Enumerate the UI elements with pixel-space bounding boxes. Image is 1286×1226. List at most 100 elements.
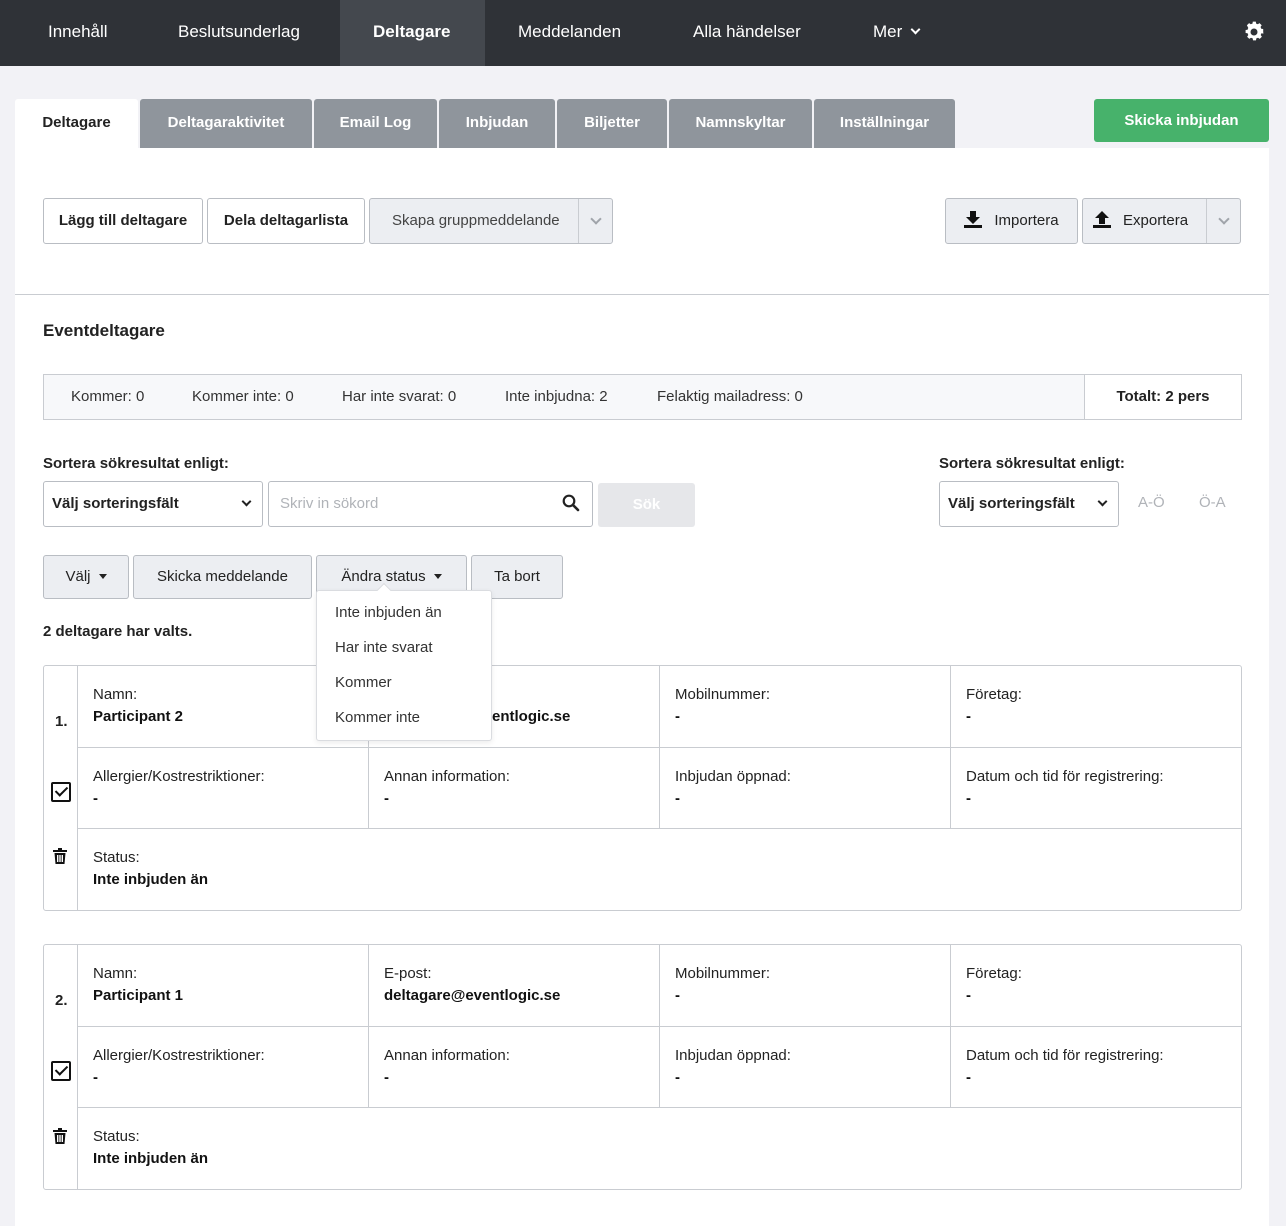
name-label: Namn: bbox=[93, 686, 138, 703]
status-label: Status: bbox=[93, 1128, 140, 1145]
trash-icon[interactable] bbox=[53, 1128, 67, 1144]
tab-biljetter[interactable]: Biljetter bbox=[557, 99, 667, 148]
other-info-label: Annan information: bbox=[384, 768, 510, 785]
chevron-down-icon[interactable] bbox=[1206, 199, 1240, 243]
stat-not-invited: Inte inbjudna: 2 bbox=[505, 388, 608, 405]
selected-count-text: 2 deltagare har valts. bbox=[43, 623, 193, 640]
caret-down-icon bbox=[433, 574, 442, 579]
add-participant-button[interactable]: Lägg till deltagare bbox=[43, 198, 203, 244]
select-button[interactable]: Välj bbox=[43, 555, 129, 599]
send-invite-button[interactable]: Skicka inbjudan bbox=[1094, 99, 1269, 142]
col-divider bbox=[368, 1026, 369, 1107]
company-label: Företag: bbox=[966, 686, 1022, 703]
import-button[interactable]: Importera bbox=[945, 198, 1078, 244]
col-divider bbox=[659, 945, 660, 1026]
status-option-no-answer[interactable]: Har inte svarat bbox=[335, 639, 433, 656]
section-title: Eventdeltagare bbox=[43, 321, 165, 340]
name-label: Namn: bbox=[93, 965, 138, 982]
tab-namnskyltar[interactable]: Namnskyltar bbox=[669, 99, 812, 148]
other-info-value: - bbox=[384, 790, 389, 807]
tab-inbjudan[interactable]: Inbjudan bbox=[439, 99, 555, 148]
nav-item-mer[interactable]: Mer bbox=[840, 0, 952, 66]
col-divider bbox=[659, 666, 660, 747]
company-label: Företag: bbox=[966, 965, 1022, 982]
checkbox-checked-icon[interactable] bbox=[51, 1061, 71, 1081]
sort-select-right-value: Välj sorteringsfält bbox=[948, 495, 1075, 512]
participant-card: 2. Namn: Participant 1 E-post: deltagare… bbox=[43, 944, 1242, 1190]
chevron-down-icon bbox=[1097, 496, 1108, 507]
col-divider bbox=[950, 1026, 951, 1107]
company-value: - bbox=[966, 708, 971, 725]
allergies-value: - bbox=[93, 790, 98, 807]
other-info-value: - bbox=[384, 1069, 389, 1086]
tab-deltagare[interactable]: Deltagare bbox=[15, 99, 138, 148]
sort-select-left-value: Välj sorteringsfält bbox=[52, 495, 179, 512]
participant-index: 1. bbox=[55, 713, 68, 730]
stats-bar: Kommer: 0 Kommer inte: 0 Har inte svarat… bbox=[43, 374, 1242, 420]
col-divider bbox=[950, 747, 951, 828]
name-value: Participant 2 bbox=[93, 708, 184, 725]
name-value: Participant 1 bbox=[93, 987, 184, 1004]
nav-item-innehall[interactable]: Innehåll bbox=[15, 0, 141, 66]
sort-select-right[interactable]: Välj sorteringsfält bbox=[939, 481, 1119, 527]
email-value: deltagare@eventlogic.se bbox=[384, 987, 561, 1004]
registered-at-label: Datum och tid för registrering: bbox=[966, 1047, 1164, 1064]
card-gutter: 2. bbox=[44, 945, 78, 1189]
gear-icon[interactable] bbox=[1242, 20, 1266, 44]
stat-total: Totalt: 2 pers bbox=[1084, 375, 1241, 419]
tab-deltagaraktivitet[interactable]: Deltagaraktivitet bbox=[140, 99, 312, 148]
export-button[interactable]: Exportera bbox=[1082, 198, 1241, 244]
search-input[interactable]: Skriv in sökord bbox=[268, 481, 593, 527]
group-message-button[interactable]: Skapa gruppmeddelande bbox=[369, 198, 613, 244]
invite-opened-label: Inbjudan öppnad: bbox=[675, 1047, 791, 1064]
status-label: Status: bbox=[93, 849, 140, 866]
upload-icon bbox=[1093, 211, 1111, 229]
nav-item-mer-label: Mer bbox=[873, 22, 903, 41]
status-option-not-coming[interactable]: Kommer inte bbox=[335, 709, 420, 726]
select-label: Välj bbox=[65, 568, 91, 585]
status-option-not-invited[interactable]: Inte inbjuden än bbox=[335, 604, 442, 621]
invite-opened-value: - bbox=[675, 1069, 680, 1086]
row-divider bbox=[78, 747, 1242, 748]
trash-icon[interactable] bbox=[53, 848, 67, 864]
email-label: E-post: bbox=[384, 965, 432, 982]
search-icon[interactable] bbox=[562, 494, 580, 512]
stat-coming: Kommer: 0 bbox=[71, 388, 145, 405]
search-placeholder: Skriv in sökord bbox=[280, 495, 379, 512]
download-icon bbox=[964, 211, 983, 229]
col-divider bbox=[659, 1026, 660, 1107]
share-list-button[interactable]: Dela deltagarlista bbox=[207, 198, 365, 244]
chevron-down-icon[interactable] bbox=[578, 199, 612, 243]
company-value: - bbox=[966, 987, 971, 1004]
status-option-coming[interactable]: Kommer bbox=[335, 674, 392, 691]
card-gutter: 1. bbox=[44, 666, 78, 910]
sort-label-left: Sortera sökresultat enligt: bbox=[43, 455, 229, 472]
top-navigation: Innehåll Beslutsunderlag Deltagare Medde… bbox=[0, 0, 1286, 66]
status-value: Inte inbjuden än bbox=[93, 871, 208, 888]
allergies-value: - bbox=[93, 1069, 98, 1086]
invite-opened-label: Inbjudan öppnad: bbox=[675, 768, 791, 785]
sort-za-link[interactable]: Ö-A bbox=[1199, 494, 1226, 511]
stat-bad-email: Felaktig mailadress: 0 bbox=[657, 388, 803, 405]
row-divider bbox=[78, 1107, 1242, 1108]
caret-down-icon bbox=[98, 574, 107, 579]
import-label: Importera bbox=[994, 212, 1059, 229]
nav-item-alla-handelser[interactable]: Alla händelser bbox=[660, 0, 834, 66]
nav-item-beslutsunderlag[interactable]: Beslutsunderlag bbox=[145, 0, 333, 66]
sort-az-link[interactable]: A-Ö bbox=[1138, 494, 1165, 511]
send-message-button[interactable]: Skicka meddelande bbox=[133, 555, 312, 599]
col-divider bbox=[950, 666, 951, 747]
export-label: Exportera bbox=[1123, 212, 1189, 229]
participant-index: 2. bbox=[55, 992, 68, 1009]
checkbox-checked-icon[interactable] bbox=[51, 782, 71, 802]
nav-item-meddelanden[interactable]: Meddelanden bbox=[485, 0, 654, 66]
tab-email-log[interactable]: Email Log bbox=[314, 99, 437, 148]
search-button[interactable]: Sök bbox=[598, 483, 695, 527]
divider bbox=[15, 294, 1269, 295]
sort-select-left[interactable]: Välj sorteringsfält bbox=[43, 481, 263, 527]
allergies-label: Allergier/Kostrestriktioner: bbox=[93, 1047, 265, 1064]
nav-item-deltagare[interactable]: Deltagare bbox=[340, 0, 485, 66]
status-value: Inte inbjuden än bbox=[93, 1150, 208, 1167]
mobile-value: - bbox=[675, 987, 680, 1004]
tab-installningar[interactable]: Inställningar bbox=[814, 99, 955, 148]
